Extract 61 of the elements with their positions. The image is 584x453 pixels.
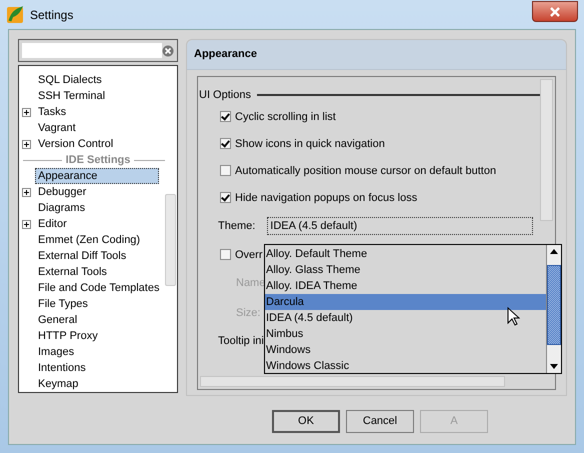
- clear-icon[interactable]: [162, 44, 174, 56]
- tree-item[interactable]: Version Control: [35, 136, 116, 152]
- window-title: Settings: [30, 8, 74, 22]
- checkbox-label: Cyclic scrolling in list: [235, 110, 336, 122]
- tree-item[interactable]: General: [35, 312, 80, 328]
- theme-option[interactable]: IDEA (4.5 default): [265, 310, 546, 326]
- expand-icon[interactable]: [22, 108, 31, 116]
- checkbox-label: Overr: [235, 248, 262, 260]
- group-header: IDE Settings: [66, 154, 130, 166]
- tree-item[interactable]: External Tools: [35, 264, 110, 280]
- theme-option[interactable]: Nimbus: [265, 326, 546, 342]
- tree-item[interactable]: Diagrams: [35, 200, 88, 216]
- checkbox[interactable]: [220, 165, 231, 176]
- page-title: Appearance: [187, 40, 566, 70]
- theme-option[interactable]: Windows Classic: [265, 358, 546, 374]
- checkbox-label: Show icons in quick navigation: [235, 138, 385, 150]
- tree-item[interactable]: Vagrant: [35, 120, 79, 136]
- tree-item[interactable]: Editor: [35, 216, 70, 232]
- tree-item[interactable]: HTTP Proxy: [35, 328, 101, 344]
- mouse-pointer-icon: [507, 307, 520, 327]
- expand-icon[interactable]: [22, 188, 31, 196]
- close-icon[interactable]: [549, 6, 561, 16]
- dialog-button[interactable]: Cancel: [346, 410, 414, 432]
- tree-item[interactable]: Intentions: [35, 360, 89, 376]
- tree-item[interactable]: Tasks: [35, 104, 70, 120]
- theme-option[interactable]: Darcula: [265, 294, 546, 310]
- tree-item[interactable]: Emmet (Zen Coding): [35, 232, 144, 248]
- tree-item[interactable]: File and Code Templates: [35, 280, 162, 296]
- scrollbar[interactable]: [200, 376, 505, 387]
- tree-item[interactable]: File Types: [35, 296, 91, 312]
- checkbox[interactable]: [220, 111, 231, 122]
- tree-item[interactable]: External Diff Tools: [35, 248, 130, 264]
- search-field[interactable]: [18, 39, 178, 62]
- app-logo-icon: [6, 6, 24, 24]
- dialog-button[interactable]: OK: [272, 410, 340, 432]
- checkbox-label: Hide navigation popups on focus loss: [235, 192, 418, 204]
- expand-icon[interactable]: [22, 220, 31, 228]
- close-button[interactable]: [532, 1, 578, 22]
- field-label: Tooltip ini: [218, 335, 264, 347]
- field-label: Size:: [236, 307, 260, 319]
- scrollbar[interactable]: [540, 79, 553, 221]
- tree-item[interactable]: Images: [35, 344, 78, 360]
- field-label: Name: [236, 277, 266, 289]
- theme-option[interactable]: Alloy. Default Theme: [265, 246, 546, 262]
- tree-item[interactable]: Debugger: [35, 184, 90, 200]
- tree-item[interactable]: SQL Dialects: [35, 72, 105, 88]
- tree-item[interactable]: Appearance: [35, 168, 159, 184]
- theme-option[interactable]: Alloy. IDEA Theme: [265, 278, 546, 294]
- theme-label: Theme:: [218, 220, 256, 232]
- theme-option[interactable]: Alloy. Glass Theme: [265, 262, 546, 278]
- theme-dropdown[interactable]: IDEA (4.5 default): [267, 217, 534, 235]
- theme-option[interactable]: Windows: [265, 342, 546, 358]
- section-title: UI Options: [198, 89, 251, 101]
- checkbox[interactable]: [220, 249, 231, 260]
- tree-item[interactable]: SSH Terminal: [35, 88, 108, 104]
- checkbox[interactable]: [220, 192, 231, 203]
- expand-icon[interactable]: [22, 140, 31, 148]
- scrollbar[interactable]: [546, 245, 561, 373]
- checkbox-label: Automatically position mouse cursor on default button: [235, 164, 496, 176]
- checkbox[interactable]: [220, 138, 231, 149]
- tree-item[interactable]: Keymap: [35, 376, 82, 392]
